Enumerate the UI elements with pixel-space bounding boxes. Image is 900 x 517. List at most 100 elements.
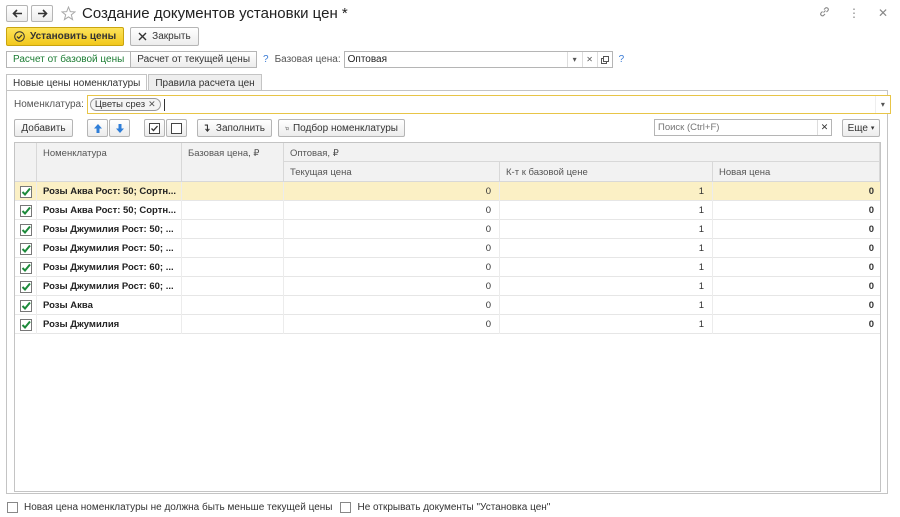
dropdown-icon[interactable]: ▾ (566, 52, 582, 67)
checkbox-empty-icon[interactable] (340, 502, 352, 513)
nomenclature-input[interactable]: Цветы срез ✕ ▾ (86, 95, 891, 114)
cell-base-price[interactable] (182, 258, 284, 277)
clear-icon[interactable]: ✕ (581, 52, 597, 67)
cell-current-price[interactable]: 0 (284, 239, 500, 258)
row-checkbox[interactable] (15, 277, 37, 296)
table-row[interactable]: Розы Джумилия Рост: 50; ... 0 1 0 (15, 239, 880, 258)
cell-nomenclature[interactable]: Розы Джумилия Рост: 60; ... (37, 258, 182, 277)
cell-current-price[interactable]: 0 (284, 296, 500, 315)
cell-coef[interactable]: 1 (500, 258, 713, 277)
row-checkbox[interactable] (15, 239, 37, 258)
move-up-button[interactable] (87, 119, 108, 137)
cell-nomenclature[interactable]: Розы Джумилия (37, 315, 182, 334)
cell-coef[interactable]: 1 (500, 182, 713, 201)
cell-base-price[interactable] (182, 239, 284, 258)
table-row[interactable]: Розы Джумилия Рост: 50; ... 0 1 0 (15, 220, 880, 239)
more-button[interactable]: Еще ▾ (842, 119, 880, 137)
tab-price-rules[interactable]: Правила расчета цен (148, 74, 262, 91)
cell-current-price[interactable]: 0 (284, 315, 500, 334)
cell-coef[interactable]: 1 (500, 277, 713, 296)
tab-new-prices[interactable]: Новые цены номенклатуры (6, 74, 148, 91)
check-all-button[interactable] (144, 119, 165, 137)
header-coef[interactable]: К-т к базовой цене (500, 162, 713, 182)
row-checkbox[interactable] (15, 220, 37, 239)
cell-base-price[interactable] (182, 182, 284, 201)
star-icon[interactable] (61, 5, 76, 21)
move-down-button[interactable] (109, 119, 130, 137)
fill-button[interactable]: Заполнить (197, 119, 272, 137)
arrow-left-icon (11, 8, 22, 18)
cell-base-price[interactable] (182, 220, 284, 239)
table-row[interactable]: Розы Джумилия Рост: 60; ... 0 1 0 (15, 277, 880, 296)
table-row[interactable]: Розы Аква Рост: 50; Сортн... 0 1 0 (15, 201, 880, 220)
base-price-field[interactable]: Оптовая ▾ ✕ (343, 51, 613, 68)
cell-coef[interactable]: 1 (500, 220, 713, 239)
cell-new-price[interactable]: 0 (713, 239, 880, 258)
add-button[interactable]: Добавить (14, 119, 73, 137)
cell-base-price[interactable] (182, 315, 284, 334)
row-checkbox[interactable] (15, 201, 37, 220)
cell-base-price[interactable] (182, 296, 284, 315)
base-price-value: Оптовая (347, 54, 388, 65)
cell-new-price[interactable]: 0 (713, 182, 880, 201)
cell-nomenclature[interactable]: Розы Аква (37, 296, 182, 315)
dropdown-icon[interactable]: ▾ (874, 96, 890, 113)
cell-nomenclature[interactable]: Розы Аква Рост: 50; Сортн... (37, 201, 182, 220)
table-row[interactable]: Розы Аква 0 1 0 (15, 296, 880, 315)
cell-coef[interactable]: 1 (500, 315, 713, 334)
cell-coef[interactable]: 1 (500, 296, 713, 315)
cell-nomenclature[interactable]: Розы Аква Рост: 50; Сортн... (37, 182, 182, 201)
main-toolbar: Установить цены Закрыть (6, 27, 199, 46)
filter-chip[interactable]: Цветы срез ✕ (89, 98, 161, 111)
row-checkbox[interactable] (15, 182, 37, 201)
header-nomenclature[interactable]: Номенклатура (37, 143, 182, 182)
pick-nomenclature-button[interactable]: Подбор номенклатуры (278, 119, 405, 137)
cell-new-price[interactable]: 0 (713, 296, 880, 315)
row-checkbox[interactable] (15, 296, 37, 315)
cell-coef[interactable]: 1 (500, 239, 713, 258)
row-checkbox[interactable] (15, 258, 37, 277)
cell-current-price[interactable]: 0 (284, 258, 500, 277)
cell-new-price[interactable]: 0 (713, 220, 880, 239)
header-new-price[interactable]: Новая цена (713, 162, 880, 182)
cell-coef[interactable]: 1 (500, 201, 713, 220)
row-checkbox[interactable] (15, 315, 37, 334)
cell-nomenclature[interactable]: Розы Джумилия Рост: 50; ... (37, 220, 182, 239)
table-toolbar: Добавить Заполнить Подбор номенклатуры ✕… (14, 119, 880, 137)
close-icon[interactable]: ✕ (878, 6, 888, 20)
apply-prices-button[interactable]: Установить цены (6, 27, 125, 46)
help-icon-2[interactable]: ? (619, 54, 625, 65)
cell-new-price[interactable]: 0 (713, 277, 880, 296)
help-icon[interactable]: ? (263, 54, 269, 65)
back-button[interactable] (6, 4, 28, 22)
cell-new-price[interactable]: 0 (713, 258, 880, 277)
link-icon[interactable] (819, 6, 830, 20)
cell-current-price[interactable]: 0 (284, 277, 500, 296)
cell-new-price[interactable]: 0 (713, 201, 880, 220)
cell-new-price[interactable]: 0 (713, 315, 880, 334)
more-icon[interactable]: ⋮ (848, 6, 860, 20)
table-row[interactable]: Розы Джумилия 0 1 0 (15, 315, 880, 334)
open-icon[interactable] (596, 52, 612, 67)
cell-base-price[interactable] (182, 277, 284, 296)
search-clear-icon[interactable]: ✕ (817, 120, 831, 135)
search-input[interactable] (655, 122, 817, 133)
uncheck-all-button[interactable] (166, 119, 187, 137)
cell-current-price[interactable]: 0 (284, 220, 500, 239)
calc-from-base-button[interactable]: Расчет от базовой цены (6, 51, 132, 68)
header-current-price[interactable]: Текущая цена (284, 162, 500, 182)
search-field[interactable]: ✕ (654, 119, 832, 136)
calc-from-current-button[interactable]: Расчет от текущей цены (131, 51, 258, 68)
cell-nomenclature[interactable]: Розы Джумилия Рост: 50; ... (37, 239, 182, 258)
table-row[interactable]: Розы Аква Рост: 50; Сортн... 0 1 0 (15, 182, 880, 201)
cell-nomenclature[interactable]: Розы Джумилия Рост: 60; ... (37, 277, 182, 296)
table-row[interactable]: Розы Джумилия Рост: 60; ... 0 1 0 (15, 258, 880, 277)
cell-base-price[interactable] (182, 201, 284, 220)
close-button[interactable]: Закрыть (130, 27, 199, 46)
chip-remove-icon[interactable]: ✕ (148, 99, 156, 110)
checkbox-empty-icon[interactable] (7, 502, 18, 513)
cell-current-price[interactable]: 0 (284, 182, 500, 201)
forward-button[interactable] (31, 4, 53, 22)
header-base-price[interactable]: Базовая цена, ₽ (182, 143, 284, 182)
cell-current-price[interactable]: 0 (284, 201, 500, 220)
